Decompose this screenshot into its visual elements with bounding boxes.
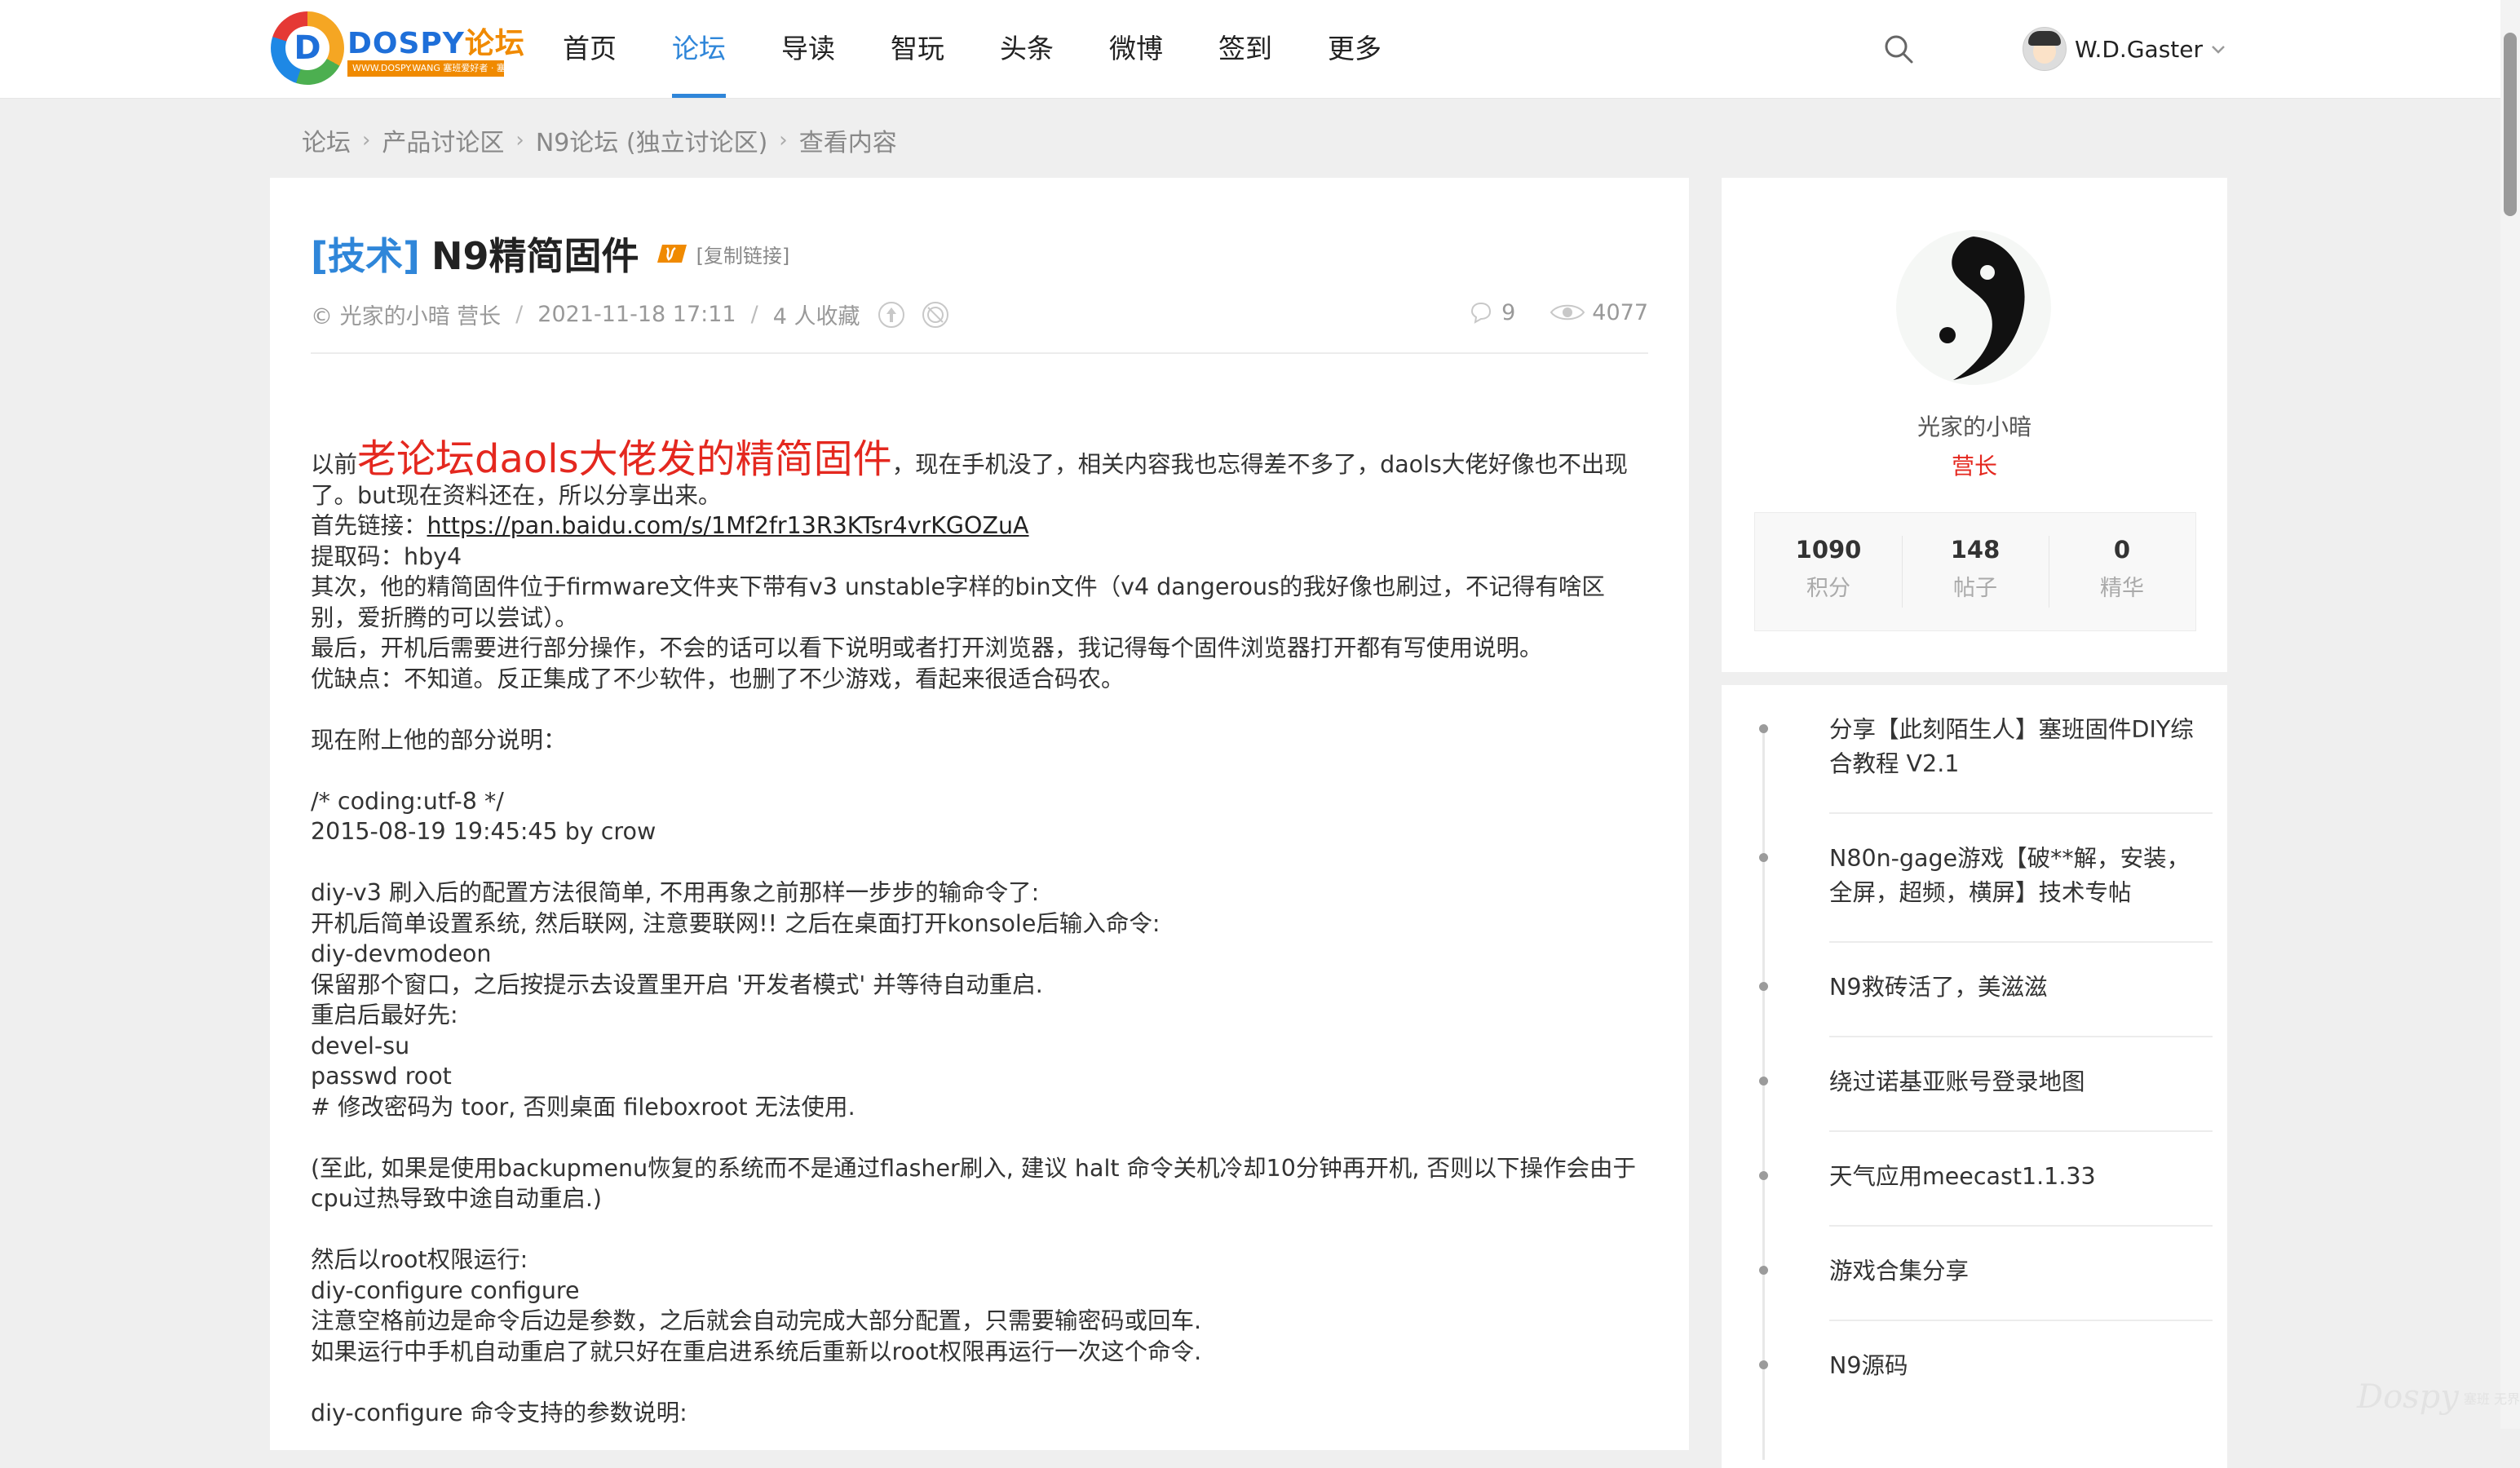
author-stats: 1090 积分 148 帖子 0 精华 bbox=[1754, 512, 2196, 631]
author-name[interactable]: 光家的小暗 bbox=[1722, 409, 2227, 442]
logo-title: DOSPY论坛 bbox=[347, 20, 525, 62]
logo-brand-cn: 论坛 bbox=[464, 27, 525, 60]
timeline-dot-icon bbox=[1759, 1077, 1768, 1086]
site-watermark: Dospy 塞班 无界 bbox=[2357, 1378, 2520, 1416]
content-line: diy-configure 命令支持的参数说明: bbox=[311, 1399, 687, 1426]
timeline-dot-icon bbox=[1759, 1171, 1768, 1180]
content-line: 保留那个窗口，之后按提示去设置里开启 '开发者模式' 并等待自动重启. bbox=[311, 971, 1043, 998]
chevron-down-icon[interactable] bbox=[2209, 40, 2227, 58]
user-menu[interactable]: W.D.Gaster bbox=[2023, 24, 2227, 73]
article-content: 以前老论坛daols大佬发的精简固件，现在手机没了，相关内容我也忘得差不多了，d… bbox=[311, 439, 1648, 1428]
nav-item-headlines[interactable]: 头条 bbox=[1000, 0, 1054, 98]
logo-brand: DOSPY bbox=[347, 27, 465, 60]
share-icon[interactable] bbox=[922, 301, 949, 329]
content-line: 然后以root权限运行: bbox=[311, 1246, 528, 1273]
comment-count: 9 bbox=[1501, 299, 1516, 325]
nav-item-checkin[interactable]: 签到 bbox=[1218, 0, 1272, 98]
article-title-row: [技术] N9精简固件 [复制链接] bbox=[311, 227, 789, 281]
article-card: [技术] N9精简固件 [复制链接] © 光家的小暗 营长 / 2021-11-… bbox=[270, 178, 1689, 1450]
baidu-pan-link[interactable]: https://pan.baidu.com/s/1Mf2fr13R3KTsr4v… bbox=[427, 512, 1029, 539]
timeline-line bbox=[1762, 726, 1765, 1460]
content-line: diy-v3 刷入后的配置方法很简单, 不用再象之前那样一步步的输命令了: bbox=[311, 879, 1040, 906]
timeline-dot-icon bbox=[1759, 853, 1768, 862]
author-role: 营长 bbox=[1951, 453, 1997, 480]
timeline-dot-icon bbox=[1759, 1360, 1768, 1369]
post-author[interactable]: © 光家的小暗 营长 bbox=[311, 298, 501, 330]
author-avatar[interactable] bbox=[1896, 230, 2051, 385]
view-count: 4077 bbox=[1592, 299, 1648, 325]
main-nav: 首页 论坛 导读 智玩 头条 微博 签到 更多 bbox=[563, 0, 1437, 98]
title-divider bbox=[311, 352, 1648, 354]
nav-item-weibo[interactable]: 微博 bbox=[1109, 0, 1163, 98]
post-date: 2021-11-18 17:11 bbox=[537, 302, 736, 327]
nav-item-forum[interactable]: 论坛 bbox=[672, 0, 726, 98]
page-scrollbar-thumb[interactable] bbox=[2504, 33, 2517, 216]
content-line: (至此, 如果是使用backupmenu恢复的系统而不是通过flasher刷入,… bbox=[311, 1154, 1636, 1213]
content-line: diy-configure configure bbox=[311, 1276, 580, 1304]
nav-item-more[interactable]: 更多 bbox=[1328, 0, 1382, 98]
content-line: 开机后简单设置系统, 然后联网, 注意要联网!! 之后在桌面打开konsole后… bbox=[311, 909, 1161, 937]
breadcrumb-product-discussion[interactable]: 产品讨论区 bbox=[382, 122, 504, 158]
stat-posts: 148 帖子 bbox=[1902, 513, 2049, 630]
breadcrumb-current: 查看内容 bbox=[798, 129, 897, 157]
post-tag[interactable]: [技术] bbox=[311, 227, 420, 281]
hot-icon bbox=[657, 245, 687, 263]
content-line: 现在附上他的部分说明： bbox=[311, 726, 567, 754]
user-name[interactable]: W.D.Gaster bbox=[2075, 36, 2203, 63]
stat-points: 1090 积分 bbox=[1795, 536, 1862, 601]
nav-item-guide[interactable]: 导读 bbox=[781, 0, 835, 98]
content-line: 其次，他的精简固件位于firmware文件夹下带有v3 unstable字样的b… bbox=[311, 573, 1605, 631]
comment-icon bbox=[1471, 302, 1492, 324]
breadcrumb-forum[interactable]: 论坛 bbox=[302, 122, 351, 158]
content-line: 优缺点：不知道。反正集成了不少软件，也删了不少游戏，看起来很适合码农。 bbox=[311, 665, 1125, 692]
content-intro: 以前老论坛daols大佬发的精简固件，现在手机没了，相关内容我也忘得差不多了，d… bbox=[311, 436, 1628, 509]
timeline-dot-icon bbox=[1759, 724, 1768, 733]
content-line: 注意空格前边是命令后边是参数，之后就会自动完成大部分配置，只需要输密码或回车. bbox=[311, 1307, 1202, 1334]
related-posts-card: 分享【此刻陌生人】塞班固件DIY综合教程 V2.1 N80n-gage游戏【破*… bbox=[1722, 685, 2227, 1468]
content-highlight: 老论坛daols大佬发的精简固件 bbox=[357, 436, 892, 482]
content-line: 重启后最好先: bbox=[311, 1002, 458, 1028]
content-line: passwd root bbox=[311, 1063, 452, 1090]
content-line: # 修改密码为 toor, 否则桌面 fileboxroot 无法使用. bbox=[311, 1093, 855, 1121]
breadcrumb: 论坛 › 产品讨论区 › N9论坛 (独立讨论区) › 查看内容 bbox=[302, 122, 897, 158]
article-meta: © 光家的小暗 营长 / 2021-11-18 17:11 / 4 人收藏 9 bbox=[311, 298, 1648, 330]
up-icon[interactable] bbox=[878, 301, 905, 329]
content-line: 最后，开机后需要进行部分操作，不会的话可以看下说明或者打开浏览器，我记得每个固件… bbox=[311, 635, 1543, 661]
content-line: 如果运行中手机自动重启了就只好在重启进系统后重新以root权限再运行一次这个命令… bbox=[311, 1338, 1202, 1365]
breadcrumb-chevron-icon: › bbox=[779, 128, 788, 153]
content-line: diy-devmodeon bbox=[311, 940, 492, 967]
search-icon[interactable] bbox=[1882, 33, 1915, 65]
post-favorites: 4 人收藏 bbox=[772, 304, 860, 329]
nav-item-smartplay[interactable]: 智玩 bbox=[891, 0, 944, 98]
content-line: devel-su bbox=[311, 1032, 410, 1059]
content-link-line: 首先链接：https://pan.baidu.com/s/1Mf2fr13R3K… bbox=[311, 512, 1029, 539]
breadcrumb-n9-forum[interactable]: N9论坛 (独立讨论区) bbox=[536, 122, 767, 158]
author-profile-card: 光家的小暗 营长 1090 积分 148 帖子 0 精华 bbox=[1722, 178, 2227, 672]
content-line: /* coding:utf-8 */ bbox=[311, 787, 504, 815]
breadcrumb-chevron-icon: › bbox=[362, 128, 371, 153]
avatar[interactable] bbox=[2023, 27, 2067, 71]
logo-badge-icon: D bbox=[271, 11, 344, 85]
nav-item-home[interactable]: 首页 bbox=[563, 0, 617, 98]
content-line: 提取码：hby4 bbox=[311, 542, 462, 570]
eye-icon bbox=[1550, 304, 1585, 321]
content-line: 2015-08-19 19:45:45 by crow bbox=[311, 818, 657, 845]
copy-link-button[interactable]: [复制链接] bbox=[696, 240, 790, 268]
timeline-dot-icon bbox=[1759, 1266, 1768, 1275]
stat-essence: 0 精华 bbox=[2049, 513, 2195, 630]
top-navbar: D DOSPY论坛 WWW.DOSPY.WANG 塞班爱好者 · 塞班无界限 首… bbox=[0, 0, 2520, 99]
timeline-dot-icon bbox=[1759, 982, 1768, 991]
logo-tagline: WWW.DOSPY.WANG 塞班爱好者 · 塞班无界限 bbox=[347, 60, 504, 77]
page-title: N9精简固件 bbox=[431, 234, 639, 278]
breadcrumb-chevron-icon: › bbox=[515, 128, 524, 153]
site-logo[interactable]: D DOSPY论坛 WWW.DOSPY.WANG 塞班爱好者 · 塞班无界限 bbox=[271, 11, 524, 86]
